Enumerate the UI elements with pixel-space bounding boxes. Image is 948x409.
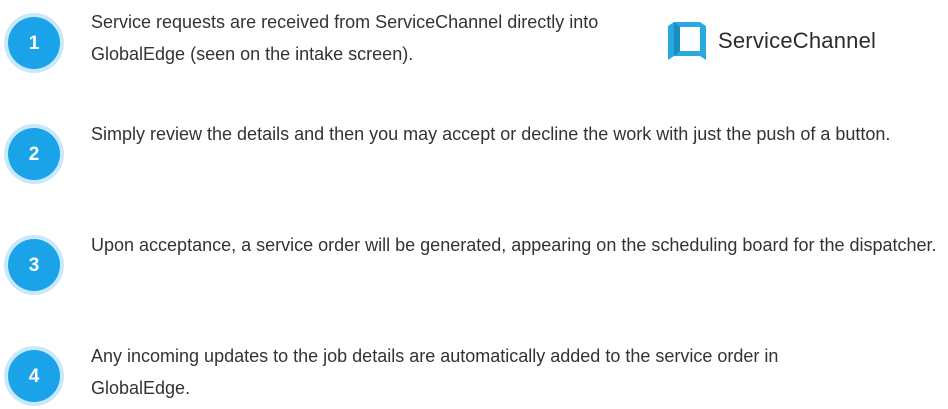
step-text: Service requests are received from Servi… [91, 12, 599, 64]
servicechannel-logo: ServiceChannel [666, 19, 876, 63]
step-text: Any incoming updates to the job details … [91, 346, 779, 398]
step-number-badge: 1 [8, 17, 60, 69]
step-number: 2 [28, 143, 40, 165]
step-number-badge: 4 [8, 350, 60, 402]
step-number-badge: 2 [8, 128, 60, 180]
step-number: 4 [28, 365, 40, 387]
step-number-badge: 3 [8, 239, 60, 291]
step-text: Upon acceptance, a service order will be… [91, 235, 937, 255]
servicechannel-logo-icon [668, 22, 706, 60]
step-text: Simply review the details and then you m… [91, 124, 891, 144]
step-number: 1 [28, 32, 40, 54]
logo-text: ServiceChannel [718, 28, 877, 53]
step-number: 3 [28, 254, 40, 276]
